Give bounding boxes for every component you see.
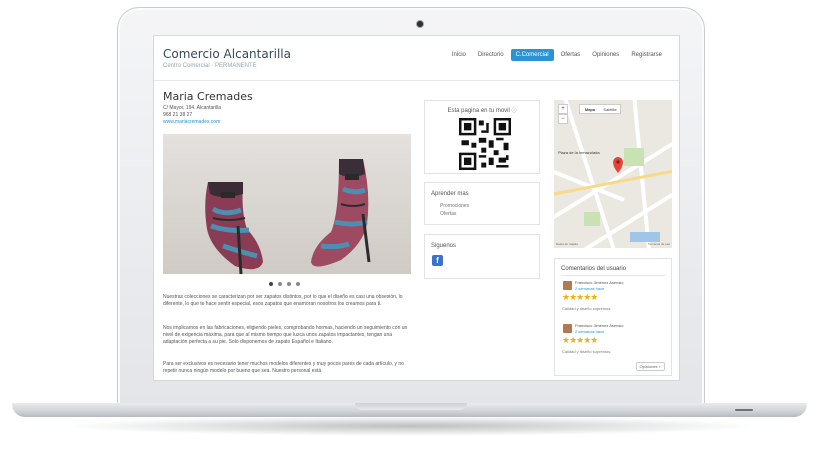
learn-more-box: Aprender mas Promociones Ofertas — [424, 182, 540, 225]
carousel-dot[interactable] — [278, 282, 282, 286]
laptop-screen: Comercio Alcantarilla Centro Comercial ·… — [153, 35, 680, 381]
learn-more-title: Aprender mas — [431, 191, 469, 197]
business-address: C/ Mayor, 194. Alcantarilla — [163, 105, 222, 111]
map-zoom-out-button[interactable]: − — [558, 114, 568, 124]
comment-author[interactable]: Francisco Jiménez Asensio — [575, 280, 623, 285]
follow-box: Siguenos f — [424, 234, 540, 279]
map-place-label: Plaza de la Inmaculada — [558, 150, 600, 155]
qr-code-icon — [459, 118, 511, 170]
comment-author[interactable]: Francisco Jiménez Asensio — [575, 323, 623, 328]
carousel-dot[interactable] — [269, 282, 273, 286]
comment-text: Calidad y diseño supremos. — [562, 349, 612, 354]
nav-ofertas[interactable]: Ofertas — [556, 49, 586, 61]
product-photo[interactable] — [163, 134, 411, 274]
nav-registrarse[interactable]: Registrarse — [626, 49, 667, 61]
location-map[interactable]: Plaza de la Inmaculada + − Mapa Satélite… — [554, 100, 672, 248]
site-title[interactable]: Comercio Alcantarilla — [163, 47, 291, 61]
follow-title: Siguenos — [431, 243, 457, 249]
header-divider — [154, 80, 679, 81]
comment-text: Calidad y diseño supremos. — [562, 306, 612, 311]
nav-directorio[interactable]: Directorio — [473, 49, 509, 61]
business-website-link[interactable]: www.mariacremades.com — [163, 119, 220, 125]
comments-title: Comentarios del usuario — [561, 266, 627, 272]
map-terms-link[interactable]: Términos de uso — [648, 242, 670, 246]
comments-divider — [561, 275, 665, 276]
carousel-indicators — [269, 282, 300, 286]
facebook-icon[interactable]: f — [432, 255, 443, 266]
laptop-notch — [355, 403, 467, 410]
business-phone: 968 21 38 27 — [163, 112, 193, 118]
site-subtitle: Centro Comercial · PERMANENTE — [163, 63, 257, 69]
description-paragraph: Nuestras colecciones se caracterizan por… — [163, 294, 403, 307]
carousel-dot[interactable] — [296, 282, 300, 286]
map-type-mapa[interactable]: Mapa — [580, 105, 600, 113]
laptop-led — [735, 409, 753, 411]
comment-time: 2 semanas hace — [575, 286, 605, 291]
shoes-image — [163, 134, 411, 274]
qr-box: Esta pagina en tu movil ⓘ — [424, 100, 540, 174]
link-promociones[interactable]: Promociones — [440, 203, 469, 209]
camera-icon — [416, 20, 424, 28]
description-paragraph: Para ser exclusivos es necesario tener m… — [163, 361, 404, 374]
main-nav: Inicio Directorio C.Comercial Ofertas Op… — [447, 49, 667, 61]
laptop-shadow — [60, 416, 760, 436]
map-zoom-in-button[interactable]: + — [558, 104, 568, 114]
avatar — [563, 281, 572, 290]
more-opinions-button[interactable]: Opiniones + — [635, 362, 665, 371]
map-type-toggle: Mapa Satélite — [579, 104, 621, 114]
map-attribution[interactable]: Datos de mapas — [556, 242, 578, 246]
qr-title: Esta pagina en tu movil ⓘ — [425, 107, 539, 114]
link-ofertas[interactable]: Ofertas — [440, 211, 456, 217]
nav-inicio[interactable]: Inicio — [447, 49, 471, 61]
star-rating: ★★★★★ — [562, 292, 598, 302]
avatar — [563, 324, 572, 333]
star-rating: ★★★★★ — [562, 335, 598, 345]
carousel-dot[interactable] — [287, 282, 291, 286]
map-canvas: Plaza de la Inmaculada — [554, 100, 672, 248]
comment-time: 2 semanas hace — [575, 329, 605, 334]
qr-title-text: Esta pagina en tu movil — [447, 108, 510, 114]
map-type-satelite[interactable]: Satélite — [600, 105, 620, 113]
description-paragraph: Nos implicamos en las fabricaciones, eli… — [163, 325, 408, 345]
nav-opiniones[interactable]: Opiniones — [587, 49, 624, 61]
info-icon[interactable]: ⓘ — [512, 108, 517, 114]
business-name: Maria Cremades — [163, 90, 253, 103]
user-comments-box: Comentarios del usuario Francisco Jiméne… — [554, 258, 672, 376]
nav-ccomercial[interactable]: C.Comercial — [510, 49, 554, 61]
